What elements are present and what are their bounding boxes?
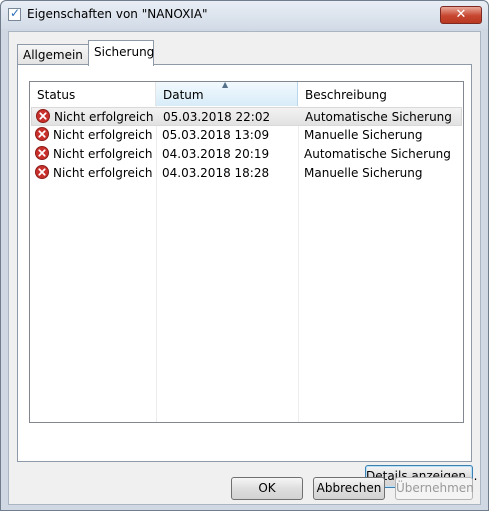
- row-status: Nicht erfolgreich: [53, 147, 153, 161]
- row-datum: 04.03.2018 18:28: [162, 166, 270, 180]
- table-row[interactable]: Nicht erfolgreich 04.03.2018 18:28 Manue…: [31, 164, 462, 183]
- apply-button[interactable]: Übernehmen: [395, 477, 474, 500]
- row-datum: 04.03.2018 20:19: [162, 147, 270, 161]
- table-row[interactable]: Nicht erfolgreich 04.03.2018 20:19 Autom…: [31, 145, 462, 164]
- close-button[interactable]: ✕: [440, 6, 482, 24]
- title-bar[interactable]: ✓ Eigenschaften von "NANOXIA" ✕: [1, 1, 488, 29]
- column-header-datum[interactable]: ▲ Datum: [156, 80, 298, 106]
- row-status: Nicht erfolgreich: [53, 166, 153, 180]
- error-icon: [35, 127, 49, 141]
- tab-allgemein[interactable]: Allgemein: [17, 44, 89, 65]
- sort-ascending-icon: ▲: [222, 80, 229, 89]
- row-status: Nicht erfolgreich: [54, 110, 154, 124]
- window-title: Eigenschaften von "NANOXIA": [27, 7, 208, 21]
- row-datum: 05.03.2018 22:02: [163, 110, 271, 124]
- ok-button[interactable]: OK: [231, 477, 303, 500]
- error-icon: [35, 165, 49, 179]
- error-icon: [36, 109, 50, 123]
- row-status: Nicht erfolgreich: [53, 128, 153, 142]
- cancel-button[interactable]: Abbrechen: [313, 477, 385, 500]
- error-icon: [35, 146, 49, 160]
- sicherung-tab-panel: Status ▲ Datum Beschreibung Nicht erfolg…: [17, 64, 477, 488]
- properties-dialog: ✓ Eigenschaften von "NANOXIA" ✕ Allgemei…: [0, 0, 489, 511]
- dialog-client-area: Allgemein Sicherung Status ▲ Datum Besch…: [8, 31, 481, 505]
- row-datum: 05.03.2018 13:09: [162, 128, 270, 142]
- column-header-status[interactable]: Status: [30, 82, 156, 106]
- properties-icon: ✓: [8, 6, 21, 21]
- backup-list[interactable]: Status ▲ Datum Beschreibung Nicht erfolg…: [29, 80, 464, 423]
- column-header-datum-label: Datum: [163, 88, 204, 102]
- row-beschreibung: Manuelle Sicherung: [304, 128, 423, 142]
- row-beschreibung: Manuelle Sicherung: [304, 166, 423, 180]
- table-row[interactable]: Nicht erfolgreich 05.03.2018 22:02 Autom…: [31, 107, 462, 126]
- close-icon: ✕: [455, 7, 467, 22]
- tab-sicherung[interactable]: Sicherung: [88, 40, 154, 66]
- row-beschreibung: Automatische Sicherung: [305, 110, 452, 124]
- column-header-beschreibung[interactable]: Beschreibung: [298, 82, 463, 106]
- table-row[interactable]: Nicht erfolgreich 05.03.2018 13:09 Manue…: [31, 126, 462, 145]
- row-beschreibung: Automatische Sicherung: [304, 147, 451, 161]
